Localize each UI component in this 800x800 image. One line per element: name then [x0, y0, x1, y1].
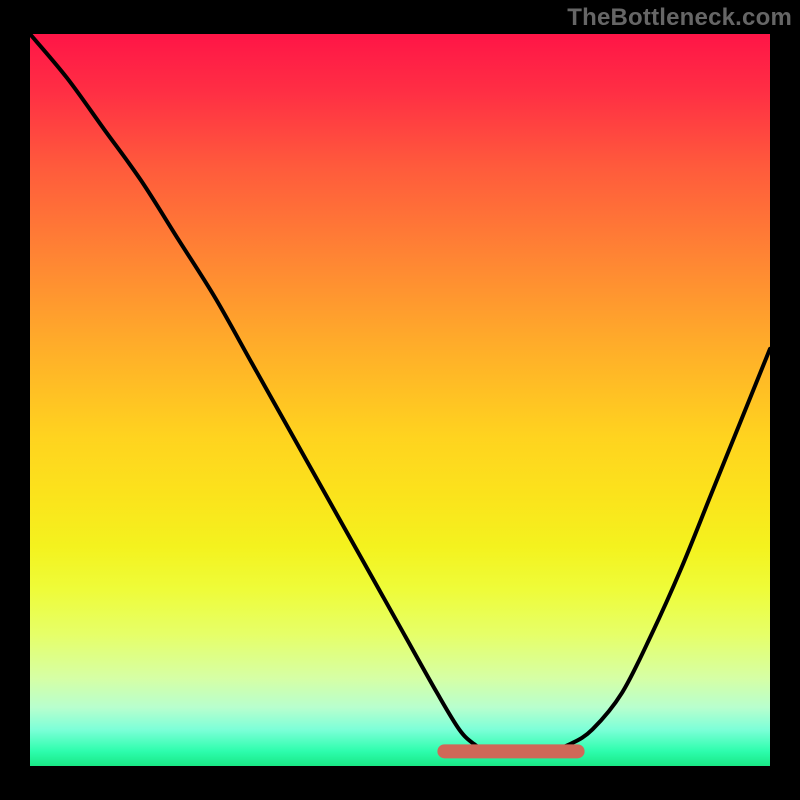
attribution-text: TheBottleneck.com	[567, 4, 792, 32]
bottleneck-curve	[30, 34, 770, 752]
plot-area	[30, 34, 770, 766]
curve-svg	[30, 34, 770, 766]
chart-frame: TheBottleneck.com	[0, 0, 800, 800]
